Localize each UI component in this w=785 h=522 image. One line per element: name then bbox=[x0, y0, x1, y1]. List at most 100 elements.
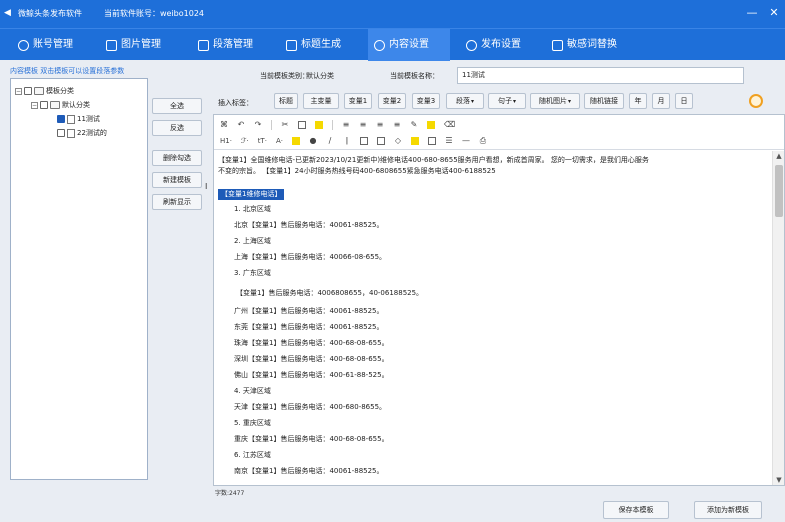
source-code-icon[interactable]: ⌘ bbox=[220, 121, 228, 129]
insert-title-button[interactable]: 标题 bbox=[274, 93, 298, 109]
bold-icon[interactable]: ● bbox=[309, 137, 317, 145]
print-icon[interactable]: ⎙ bbox=[479, 137, 487, 145]
insert-month-button[interactable]: 月 bbox=[652, 93, 670, 109]
insert-main-var-button[interactable]: 主变量 bbox=[303, 93, 339, 109]
insert-var2-button[interactable]: 变量2 bbox=[378, 93, 406, 109]
align-right-icon[interactable]: ≡ bbox=[376, 121, 384, 129]
tree-node-category[interactable]: − 默认分类 bbox=[31, 99, 90, 111]
tree-node-item[interactable]: 11测试 bbox=[57, 113, 100, 125]
tree-node-item[interactable]: 22测试的 bbox=[57, 127, 107, 139]
table-icon[interactable] bbox=[376, 137, 385, 145]
redo-icon[interactable]: ↷ bbox=[254, 121, 262, 129]
insert-var3-button[interactable]: 变量3 bbox=[412, 93, 440, 109]
add-new-template-button[interactable]: 添加为新模板 bbox=[694, 501, 762, 519]
chevron-down-icon: ▾ bbox=[567, 98, 571, 105]
marker-icon[interactable] bbox=[410, 137, 419, 145]
horizontal-rule-icon[interactable]: — bbox=[462, 137, 470, 145]
copy-icon[interactable] bbox=[298, 121, 306, 129]
tab-title-gen[interactable]: 标题生成 bbox=[280, 29, 347, 61]
chevron-up-icon[interactable]: ▲ bbox=[774, 151, 784, 161]
highlight-icon[interactable] bbox=[427, 121, 435, 129]
refresh-button[interactable]: 刷新显示 bbox=[152, 194, 202, 210]
content-line: 2. 上海区域 bbox=[234, 237, 271, 245]
cut-icon[interactable]: ✂ bbox=[281, 121, 289, 129]
invert-selection-button[interactable]: 反选 bbox=[152, 120, 202, 136]
text-color-dropdown[interactable]: A· bbox=[276, 137, 283, 145]
content-line: 上海【变量1】售后服务电话：40066-08-655。 bbox=[234, 253, 387, 261]
tab-images[interactable]: 图片管理 bbox=[100, 29, 167, 61]
template-hint: 内容模板 双击模板可以设置段落参数 bbox=[10, 67, 125, 75]
share-icon bbox=[466, 39, 477, 51]
text-cursor-icon: I bbox=[205, 182, 208, 191]
tree-node-label: 默认分类 bbox=[62, 101, 90, 109]
font-dropdown[interactable]: ℱ· bbox=[241, 137, 249, 145]
collapse-icon[interactable]: − bbox=[15, 87, 22, 95]
dropdown-label: 随机图片 bbox=[538, 97, 567, 105]
scroll-thumb[interactable] bbox=[775, 165, 783, 217]
select-all-button[interactable]: 全选 bbox=[152, 98, 202, 114]
content-line: 深圳【变量1】售后服务电话：400-68-08-655。 bbox=[234, 355, 389, 363]
document-icon bbox=[198, 39, 209, 51]
tab-account[interactable]: 账号管理 bbox=[12, 29, 79, 61]
align-left-icon[interactable]: ≡ bbox=[342, 121, 350, 129]
tree-checkbox[interactable] bbox=[24, 87, 32, 95]
content-line: 4. 天津区域 bbox=[234, 387, 271, 395]
heading-dropdown[interactable]: H1· bbox=[220, 137, 232, 145]
tab-images-label: 图片管理 bbox=[121, 39, 161, 50]
insert-var1-button[interactable]: 变量1 bbox=[344, 93, 372, 109]
eraser-icon[interactable]: ◇ bbox=[394, 137, 402, 145]
app-logo-icon: ◀ bbox=[4, 8, 11, 18]
insert-random-link-button[interactable]: 随机链接 bbox=[584, 93, 624, 109]
content-editor[interactable]: ⌘ ↶ ↷ ✂ ≡ ≡ ≡ ≡ ✎ ⌫ H1· ℱ· tT· A· ● ∕ ǀ … bbox=[213, 114, 785, 486]
tree-checkbox[interactable] bbox=[57, 129, 65, 137]
chevron-down-icon[interactable]: ▼ bbox=[774, 475, 784, 485]
insert-paragraph-dropdown[interactable]: 段落▾ bbox=[446, 93, 484, 109]
app-title: 微鲸头条发布软件 bbox=[18, 9, 82, 18]
tab-sensitive-words[interactable]: 敏感词替换 bbox=[546, 29, 623, 61]
content-line: 东莞【变量1】售后服务电话：40061-88525。 bbox=[234, 323, 384, 331]
font-size-dropdown[interactable]: tT· bbox=[258, 137, 267, 145]
new-template-button[interactable]: 新建模板 bbox=[152, 172, 202, 188]
bg-color-icon[interactable] bbox=[291, 137, 300, 145]
insert-year-button[interactable]: 年 bbox=[629, 93, 647, 109]
pen-icon[interactable]: ✎ bbox=[410, 121, 418, 129]
close-button[interactable]: ✕ bbox=[766, 6, 782, 20]
minimize-button[interactable]: — bbox=[744, 6, 760, 20]
delete-checked-button[interactable]: 删除勾选 bbox=[152, 150, 202, 166]
editor-scrollbar[interactable]: ▲ ▼ bbox=[772, 151, 784, 485]
undo-icon[interactable]: ↶ bbox=[237, 121, 245, 129]
save-template-button[interactable]: 保存本模板 bbox=[603, 501, 669, 519]
insert-day-button[interactable]: 日 bbox=[675, 93, 693, 109]
tab-publish-label: 发布设置 bbox=[481, 39, 521, 50]
file-icon bbox=[67, 114, 75, 124]
insert-random-image-dropdown[interactable]: 随机图片▾ bbox=[530, 93, 580, 109]
content-line: 重庆【变量1】售后服务电话：400-68-08-655。 bbox=[234, 435, 389, 443]
paste-icon[interactable] bbox=[315, 121, 323, 129]
clear-format-icon[interactable]: ⌫ bbox=[444, 121, 455, 129]
main-nav: 账号管理 图片管理 段落管理 标题生成 内容设置 发布设置 敏感词替换 bbox=[0, 28, 785, 61]
tree-checkbox[interactable] bbox=[40, 101, 48, 109]
tab-publish[interactable]: 发布设置 bbox=[460, 29, 527, 61]
settings-icon bbox=[374, 39, 385, 51]
template-name-input[interactable]: 11测试 bbox=[457, 67, 744, 84]
align-justify-icon[interactable]: ≡ bbox=[393, 121, 401, 129]
align-center-icon[interactable]: ≡ bbox=[359, 121, 367, 129]
image-insert-icon[interactable] bbox=[359, 137, 368, 145]
underline-icon[interactable]: ǀ bbox=[343, 137, 351, 145]
theme-sun-icon[interactable] bbox=[749, 94, 763, 108]
editor-toolbar-row-2: H1· ℱ· tT· A· ● ∕ ǀ ◇ ☰ — ⎙ bbox=[220, 134, 487, 148]
insert-sentence-dropdown[interactable]: 句子▾ bbox=[488, 93, 526, 109]
content-line: 6. 江苏区域 bbox=[234, 451, 271, 459]
content-line: 广州【变量1】售后服务电话：40061-88525。 bbox=[234, 307, 384, 315]
collapse-icon[interactable]: − bbox=[31, 101, 38, 109]
name-label: 当前模板名称： bbox=[390, 72, 439, 80]
tab-paragraphs[interactable]: 段落管理 bbox=[192, 29, 259, 61]
italic-icon[interactable]: ∕ bbox=[326, 137, 334, 145]
list-icon[interactable]: ☰ bbox=[445, 137, 453, 145]
tree-node-label: 22测试的 bbox=[77, 129, 107, 137]
tree-node-root[interactable]: − 模板分类 bbox=[15, 85, 74, 97]
media-icon[interactable] bbox=[427, 137, 436, 145]
tree-checkbox[interactable] bbox=[57, 115, 65, 123]
tab-content-settings[interactable]: 内容设置 bbox=[368, 29, 450, 61]
char-count: 字数:2477 bbox=[215, 490, 245, 497]
